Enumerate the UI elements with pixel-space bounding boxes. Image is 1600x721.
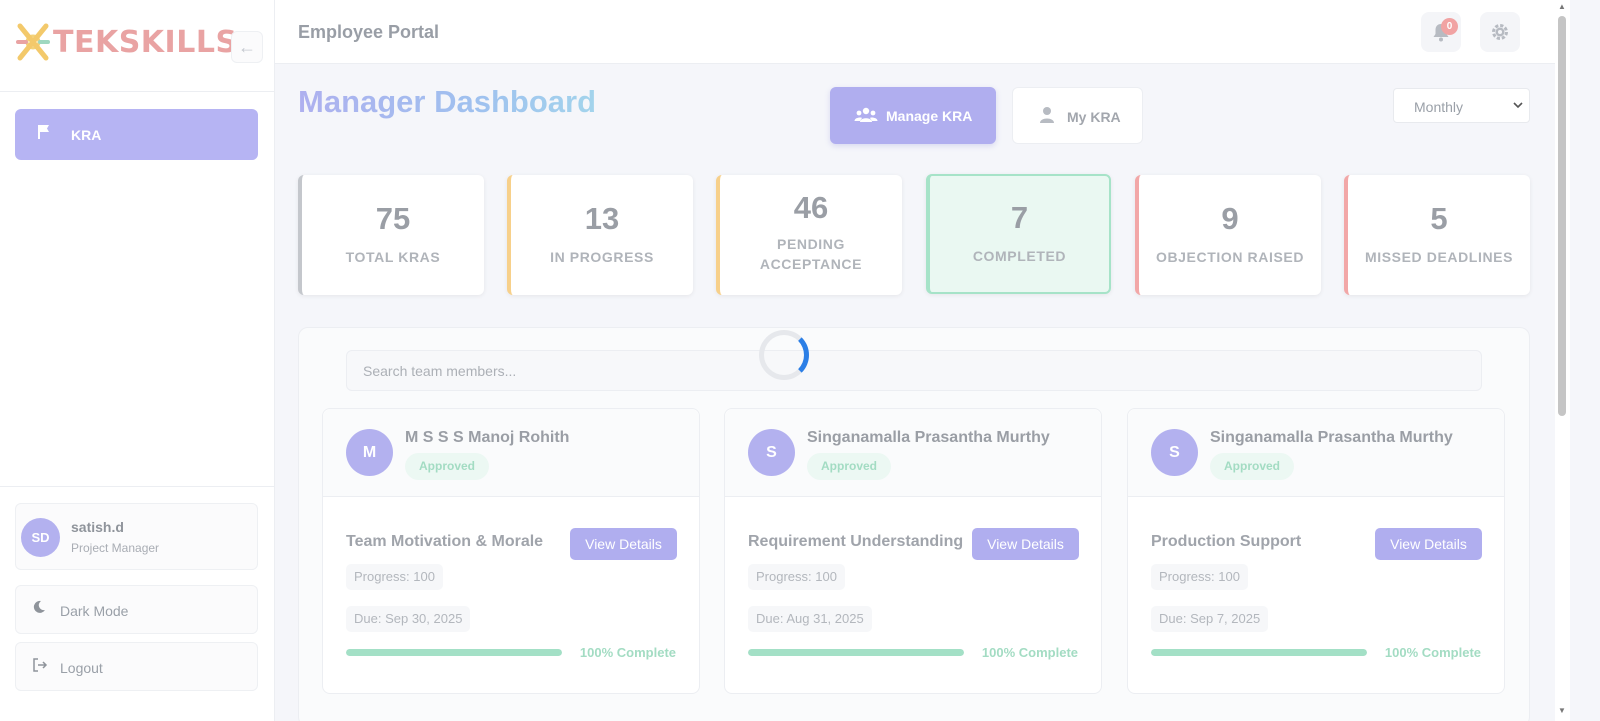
member-name: Singanamalla Prasantha Murthy	[807, 429, 1050, 446]
stat-label: PENDING ACCEPTANCE	[759, 236, 863, 272]
dark-mode-button[interactable]: Dark Mode	[15, 585, 258, 634]
kra-title: Production Support	[1151, 533, 1302, 550]
kra-title: Requirement Understanding	[748, 533, 964, 550]
stat-label: OBJECTION RAISED	[1155, 249, 1305, 265]
progress-bar-fill	[346, 649, 562, 656]
stat-card-objection-raised[interactable]: 9 OBJECTION RAISED	[1135, 175, 1321, 295]
scroll-down-icon[interactable]: ▼	[1558, 706, 1566, 715]
progress-bar-fill	[1151, 649, 1367, 656]
view-details-button[interactable]: View Details	[570, 528, 677, 560]
user-name: satish.d	[71, 519, 124, 535]
due-date-chip: Due: Aug 31, 2025	[748, 606, 872, 632]
view-details-button[interactable]: View Details	[1375, 528, 1482, 560]
member-card-header: S Singanamalla Prasantha Murthy Approved	[725, 409, 1101, 497]
collapse-sidebar-button[interactable]: ←	[231, 31, 263, 63]
logout-label: Logout	[60, 660, 103, 676]
manage-kra-button[interactable]: Manage KRA	[830, 87, 996, 144]
progress-chip: Progress: 100	[346, 564, 443, 590]
avatar: SD	[21, 518, 60, 557]
page-scrollbar[interactable]: ▲ ▼	[1555, 0, 1570, 721]
stat-value: 13	[584, 201, 620, 236]
settings-button[interactable]	[1480, 12, 1520, 52]
progress-bar-fill	[748, 649, 964, 656]
progress-bar	[1151, 649, 1367, 656]
logout-icon	[33, 658, 48, 672]
flag-icon	[38, 125, 49, 139]
status-badge: Approved	[807, 453, 892, 480]
due-date-chip: Due: Sep 30, 2025	[346, 606, 471, 632]
brand-name: TEKSKILLS	[53, 24, 238, 60]
stat-card-completed[interactable]: 7 COMPLETED	[926, 174, 1111, 294]
stat-value: 75	[375, 201, 411, 236]
stat-card-missed-deadlines[interactable]: 5 MISSED DEADLINES	[1344, 175, 1530, 295]
progress-bar	[346, 649, 562, 656]
avatar: M	[346, 429, 393, 476]
stat-card-in-progress[interactable]: 13 IN PROGRESS	[507, 175, 693, 295]
manage-kra-label: Manage KRA	[886, 108, 973, 124]
tekskills-logo[interactable]: TEKSKILLS	[15, 22, 238, 62]
progress-bar	[748, 649, 964, 656]
period-select[interactable]: Monthly	[1393, 88, 1530, 123]
stat-value: 46	[793, 190, 829, 225]
sidebar-divider	[0, 486, 275, 487]
stat-label: MISSED DEADLINES	[1364, 249, 1514, 265]
stat-value: 9	[1221, 201, 1239, 236]
member-card-header: S Singanamalla Prasantha Murthy Approved	[1128, 409, 1504, 497]
logout-button[interactable]: Logout	[15, 642, 258, 691]
member-name: M S S S Manoj Rohith	[405, 429, 570, 446]
top-header: Employee Portal 0	[275, 0, 1555, 64]
status-badge: Approved	[405, 453, 490, 480]
dashboard-title: Manager Dashboard	[298, 84, 597, 119]
progress-percent: 100% Complete	[1384, 645, 1481, 660]
period-select-value: Monthly	[1414, 99, 1464, 115]
kra-title: Team Motivation & Morale	[346, 533, 544, 550]
status-badge: Approved	[1210, 453, 1295, 480]
stat-value: 5	[1430, 201, 1448, 236]
arrow-left-icon: ←	[238, 36, 256, 57]
view-details-button[interactable]: View Details	[972, 528, 1079, 560]
tekskills-logo-icon	[16, 23, 50, 61]
avatar: S	[748, 429, 795, 476]
scrollbar-thumb[interactable]	[1558, 16, 1566, 416]
chevron-down-icon	[1513, 102, 1523, 109]
my-kra-button[interactable]: My KRA	[1012, 87, 1143, 144]
avatar: S	[1151, 429, 1198, 476]
sidebar-item-kra[interactable]: KRA	[15, 109, 258, 160]
loading-spinner	[759, 330, 809, 380]
moon-icon	[33, 600, 45, 613]
progress-chip: Progress: 100	[748, 564, 845, 590]
stat-card-total-kras[interactable]: 75 TOTAL KRAS	[298, 175, 484, 295]
due-date-chip: Due: Sep 7, 2025	[1151, 606, 1269, 632]
member-card: S Singanamalla Prasantha Murthy Approved…	[1127, 408, 1505, 694]
users-icon	[854, 107, 878, 122]
stat-card-pending-acceptance[interactable]: 46 PENDING ACCEPTANCE	[716, 175, 902, 295]
member-card: S Singanamalla Prasantha Murthy Approved…	[724, 408, 1102, 694]
scroll-up-icon[interactable]: ▲	[1558, 2, 1566, 11]
progress-percent: 100% Complete	[579, 645, 676, 660]
sidebar: TEKSKILLS ← KRA SD satish.d Project Mana…	[0, 0, 275, 721]
search-team-input[interactable]	[346, 350, 1482, 391]
stat-value: 7	[1010, 200, 1029, 235]
member-card-header: M M S S S Manoj Rohith Approved	[323, 409, 699, 497]
user-role: Project Manager	[71, 541, 160, 555]
member-name: Singanamalla Prasantha Murthy	[1210, 429, 1453, 446]
user-profile-card[interactable]: SD satish.d Project Manager	[15, 503, 258, 570]
member-card: M M S S S Manoj Rohith Approved Team Mot…	[322, 408, 700, 694]
sidebar-item-label: KRA	[71, 127, 102, 143]
dark-mode-label: Dark Mode	[60, 603, 129, 619]
my-kra-label: My KRA	[1067, 109, 1121, 125]
notification-count-badge: 0	[1441, 18, 1458, 35]
gear-icon	[1492, 24, 1508, 40]
progress-chip: Progress: 100	[1151, 564, 1248, 590]
stat-label: COMPLETED	[972, 248, 1067, 264]
stat-label: TOTAL KRAS	[345, 249, 441, 265]
stat-label: IN PROGRESS	[550, 249, 654, 265]
progress-percent: 100% Complete	[981, 645, 1078, 660]
notifications-button[interactable]: 0	[1421, 12, 1461, 52]
logo-row: TEKSKILLS ←	[0, 0, 274, 92]
page-title: Employee Portal	[298, 22, 440, 42]
user-icon	[1040, 107, 1054, 123]
